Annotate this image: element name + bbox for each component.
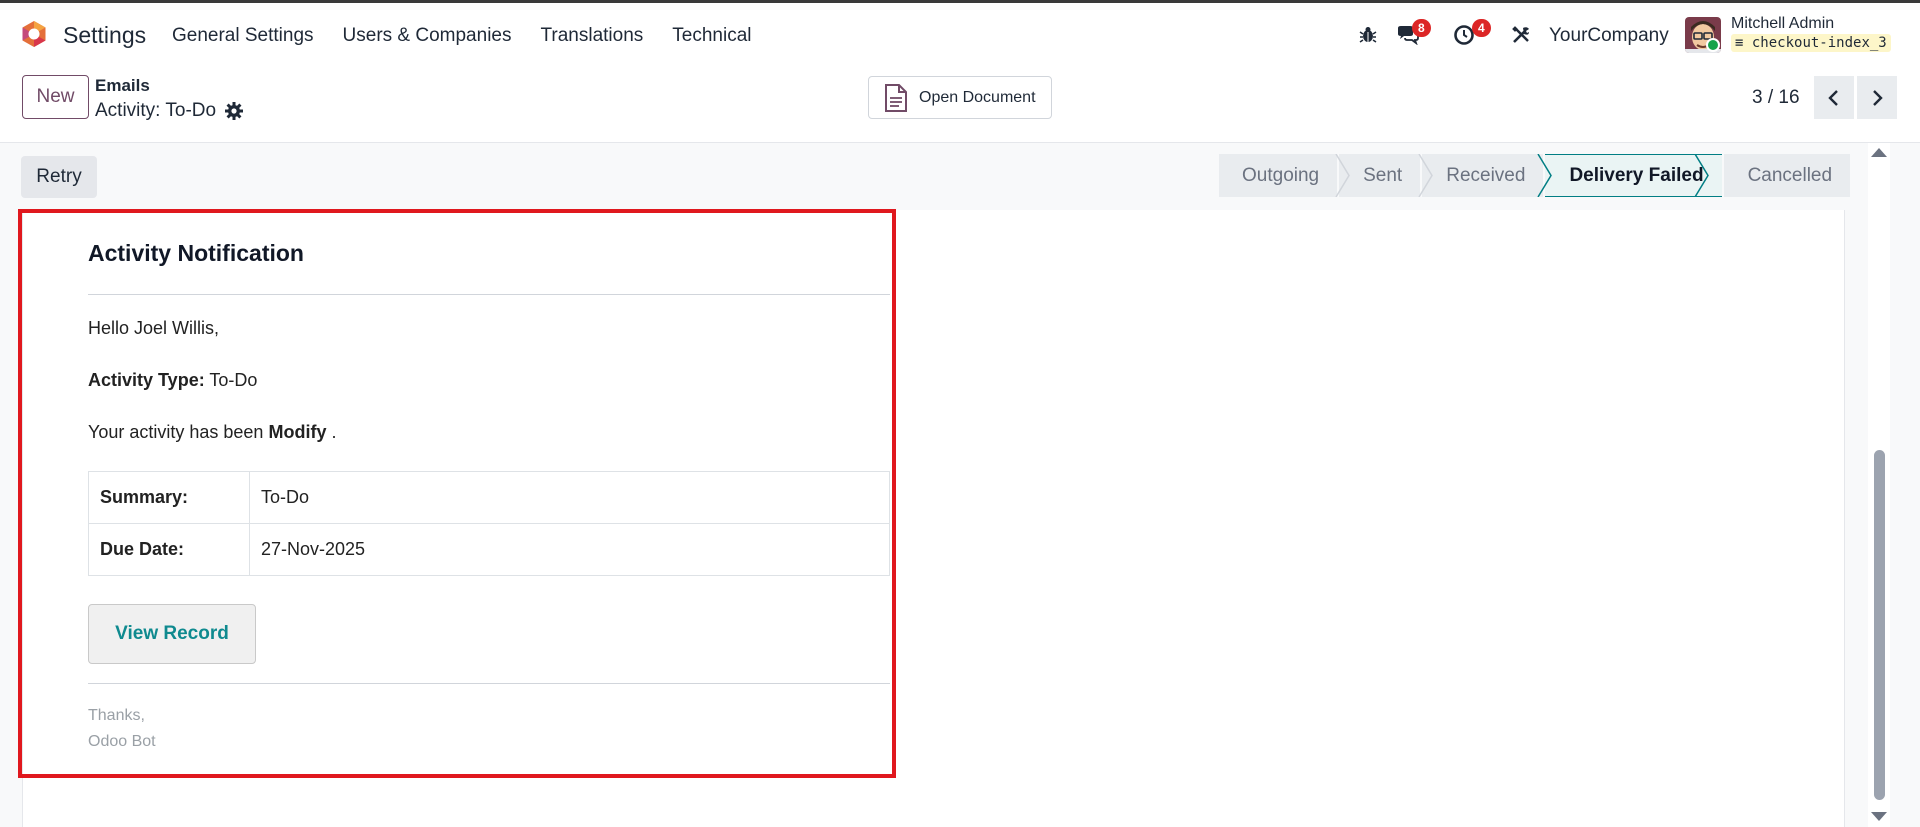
- breadcrumb-parent[interactable]: Emails: [95, 76, 150, 96]
- scroll-up-icon[interactable]: [1871, 148, 1887, 157]
- main-menu: General Settings Users & Companies Trans…: [172, 25, 781, 47]
- retry-button[interactable]: Retry: [21, 156, 97, 198]
- breadcrumb-current: Activity: To-Do: [95, 100, 217, 121]
- chevron-left-icon: [1828, 89, 1838, 106]
- stage-separators: [1335, 154, 1709, 197]
- pager-next-button[interactable]: [1857, 76, 1897, 119]
- menu-technical[interactable]: Technical: [672, 25, 751, 47]
- user-name[interactable]: Mitchell Admin: [1731, 15, 1834, 33]
- open-document-label: Open Document: [919, 88, 1036, 106]
- app-name[interactable]: Settings: [63, 22, 146, 49]
- document-icon: [885, 83, 907, 112]
- activities-badge: 4: [1472, 19, 1491, 37]
- database-icon: ≡: [1735, 35, 1744, 51]
- pager-value[interactable]: 3 / 16: [1752, 87, 1800, 109]
- pager-previous-button[interactable]: [1814, 76, 1854, 119]
- company-switcher[interactable]: YourCompany: [1549, 25, 1669, 47]
- menu-translations[interactable]: Translations: [540, 25, 643, 47]
- control-panel: New Emails Activity: To-Do Open Document…: [0, 66, 1920, 143]
- messages-badge: 8: [1412, 19, 1431, 37]
- database-tag: ≡ checkout-index_3: [1731, 34, 1891, 52]
- menu-users-companies[interactable]: Users & Companies: [343, 25, 512, 47]
- tools-icon[interactable]: [1511, 25, 1531, 45]
- database-name: checkout-index_3: [1751, 35, 1887, 51]
- online-status-dot: [1706, 38, 1720, 52]
- new-button[interactable]: New: [22, 75, 89, 119]
- chevron-right-icon: [1873, 89, 1883, 106]
- gear-icon[interactable]: [224, 101, 244, 121]
- open-document-button[interactable]: Open Document: [868, 76, 1052, 119]
- top-navbar: Settings General Settings Users & Compan…: [0, 0, 1920, 66]
- scrollbar-thumb[interactable]: [1874, 450, 1885, 800]
- bug-icon[interactable]: [1358, 25, 1378, 45]
- odoo-logo-icon[interactable]: [20, 20, 48, 48]
- scroll-down-icon[interactable]: [1871, 812, 1887, 821]
- menu-general-settings[interactable]: General Settings: [172, 25, 314, 47]
- highlight-box: [18, 209, 896, 778]
- form-statusbar: Retry Outgoing Sent Received Delivery Fa…: [0, 143, 1868, 210]
